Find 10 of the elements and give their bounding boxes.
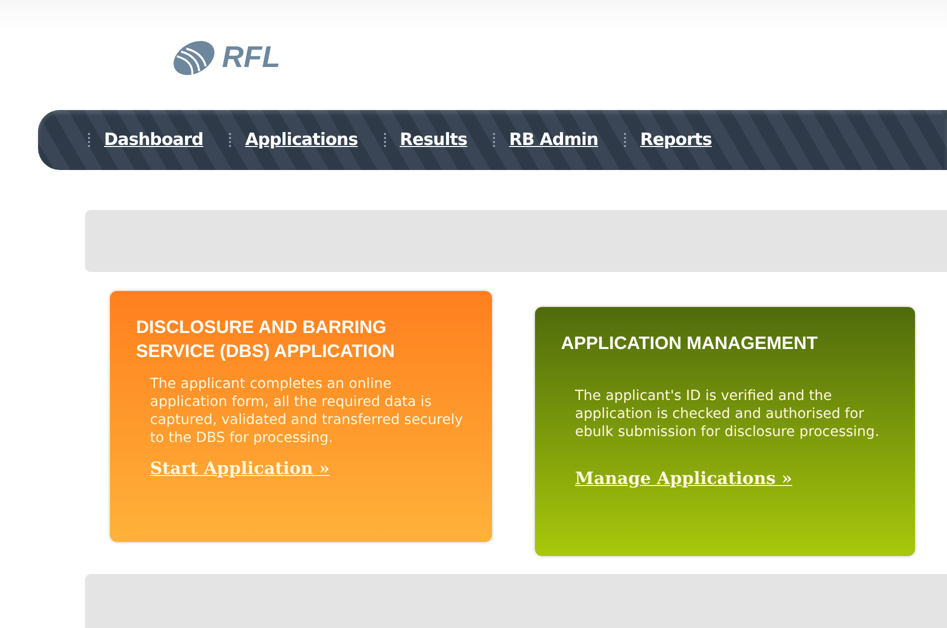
card-description: The applicant's ID is verified and the application is checked and authorised for ebulk submission for disclosure processing.: [575, 387, 880, 441]
card-description: The applicant completes an online application form, all the required data is captured, validated and transferred securely to the DBS for processing.: [150, 375, 464, 447]
logo-text: RFL: [222, 41, 280, 75]
nav-link[interactable]: Applications: [245, 130, 358, 150]
nav-link[interactable]: RB Admin: [509, 130, 598, 150]
nav-link[interactable]: Results: [400, 130, 468, 150]
card-title: APPLICATION MANAGEMENT: [561, 332, 819, 355]
card-title: DISCLOSURE AND BARRING SERVICE (DBS) APPLICATION: [136, 316, 396, 363]
nav-link[interactable]: Reports: [640, 130, 712, 150]
nav-link[interactable]: Dashboard: [104, 130, 204, 150]
